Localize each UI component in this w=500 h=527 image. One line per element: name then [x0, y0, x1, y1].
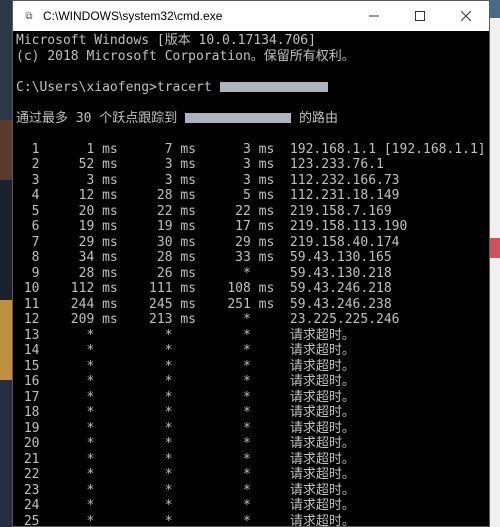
trace-header-b: 的路由	[291, 111, 338, 126]
cmd-icon: ⧉	[21, 8, 37, 24]
background-right-strip	[490, 18, 500, 527]
cmd-window: ⧉ C:\WINDOWS\system32\cmd.exe Microsoft …	[12, 0, 490, 527]
window-title: C:\WINDOWS\system32\cmd.exe	[43, 9, 222, 23]
maximize-button[interactable]	[397, 1, 443, 31]
minimize-button[interactable]	[351, 1, 397, 31]
banner-line-1: Microsoft Windows [版本 10.0.17134.706]	[16, 33, 316, 48]
redacted-ip	[220, 82, 328, 92]
background-left-strip	[0, 0, 12, 527]
trace-header-a: 通过最多 30 个跃点跟踪到	[16, 111, 185, 126]
prompt-path: C:\Users\xiaofeng>	[16, 80, 157, 95]
command-text: tracert	[157, 80, 220, 95]
title-bar[interactable]: ⧉ C:\WINDOWS\system32\cmd.exe	[13, 1, 489, 32]
terminal-area[interactable]: Microsoft Windows [版本 10.0.17134.706] (c…	[13, 31, 489, 526]
tracert-output: 1 1 ms 7 ms 3 ms 192.168.1.1 [192.168.1.…	[16, 142, 486, 527]
redacted-ip	[185, 113, 291, 123]
close-button[interactable]	[443, 1, 489, 31]
banner-line-2: (c) 2018 Microsoft Corporation。保留所有权利。	[16, 49, 355, 64]
